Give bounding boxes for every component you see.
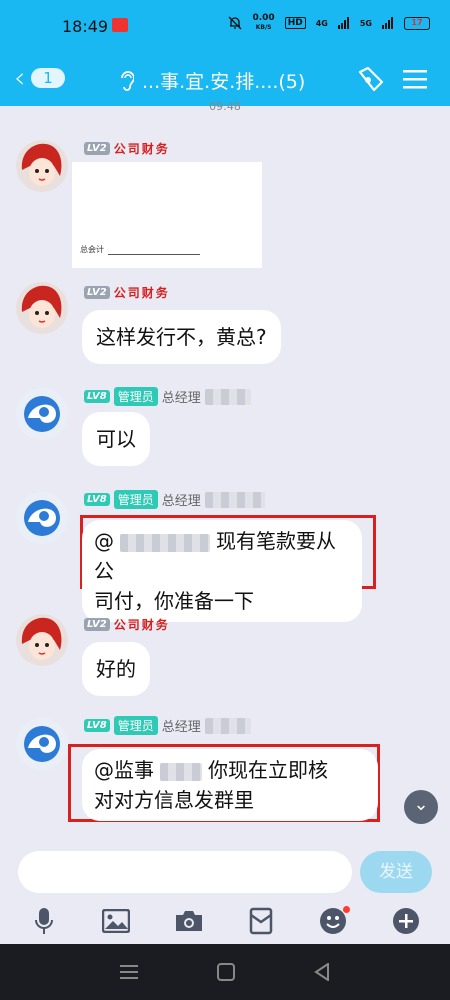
sender-label: LV2 公司财务 (84, 140, 170, 157)
message-bubble[interactable]: @ 现有笔款要从公 司付，你准备一下 (82, 520, 362, 622)
chevron-down-icon: ⌄ (413, 794, 429, 815)
image-icon (102, 909, 131, 933)
redacted-name (204, 717, 251, 734)
message-bubble[interactable]: @监事 你现在立即核 对对方信息发群里 (82, 749, 378, 821)
back-button[interactable]: ‹ 1 (14, 64, 65, 92)
message-timestamp: 09:48 (209, 100, 241, 113)
avatar-manager[interactable] (16, 718, 68, 770)
group-call-icon[interactable] (354, 66, 386, 94)
message-line: @ 现有笔款要从公 (94, 526, 350, 586)
home-icon[interactable] (216, 963, 235, 981)
level-badge: LV8 (84, 390, 110, 403)
avatar-manager[interactable] (16, 388, 68, 440)
chat-title-area[interactable]: ...事.宜.安.排....(5) (118, 67, 305, 94)
redacted-name (204, 491, 265, 508)
more-button[interactable] (391, 906, 421, 936)
avatar-finance[interactable] (16, 614, 68, 666)
role-badge: 管理员 (113, 716, 158, 735)
image-caption: 总会计 (80, 245, 104, 254)
recent-apps-icon[interactable] (119, 964, 138, 980)
message-input[interactable] (18, 851, 352, 893)
level-badge: LV2 (84, 286, 110, 299)
signal-icon-2 (382, 17, 393, 29)
app-notification-icon (112, 18, 128, 32)
plus-icon (392, 908, 419, 934)
blue-swirl-avatar-icon (16, 388, 68, 440)
red-hair-girl-avatar-icon (16, 282, 68, 334)
unread-count-badge: 1 (31, 68, 65, 88)
camera-button[interactable] (174, 906, 204, 936)
sender-name: 总经理 (161, 391, 201, 406)
red-packet-button[interactable] (246, 906, 276, 936)
sender-label: LV2 公司财务 (84, 284, 170, 301)
blue-swirl-avatar-icon (16, 718, 68, 770)
redacted-mention (160, 762, 202, 781)
system-nav-bar (0, 944, 450, 1000)
notification-dot (343, 906, 351, 913)
battery-icon: 17 (404, 16, 430, 30)
mic-icon (35, 908, 54, 934)
back-triangle-icon[interactable] (314, 963, 330, 981)
chat-title: ...事.宜.安.排....(5) (142, 71, 306, 93)
status-bar: 18:49 0.00 KB/S HD 4G 5G 17 (0, 0, 450, 54)
level-badge: LV8 (84, 719, 110, 732)
image-button[interactable] (101, 906, 131, 936)
avatar-finance[interactable] (16, 140, 68, 192)
sender-label: LV8 管理员 总经理 (84, 490, 265, 509)
level-badge: LV2 (84, 142, 110, 155)
signature-line (108, 254, 200, 255)
level-badge: LV8 (84, 493, 110, 506)
ear-icon (121, 70, 134, 91)
signal-icon (337, 17, 349, 29)
red-hair-girl-avatar-icon (16, 614, 68, 666)
sender-label: LV8 管理员 总经理 (84, 716, 251, 735)
role-badge: 管理员 (113, 387, 158, 406)
sender-name: 公司财务 (113, 142, 170, 156)
mention-prefix: @ (94, 529, 114, 553)
status-icons: 0.00 KB/S HD 4G 5G 17 (228, 14, 430, 32)
message-bubble[interactable]: 可以 (82, 412, 150, 466)
message-line: @监事 你现在立即核 (94, 755, 366, 785)
avatar-finance[interactable] (16, 282, 68, 334)
back-chevron-icon: ‹ (14, 61, 26, 94)
message-bubble[interactable]: 好的 (82, 642, 150, 696)
net2-label: 5G (359, 18, 372, 28)
sender-name: 公司财务 (113, 618, 170, 632)
mic-button[interactable] (29, 906, 59, 936)
role-badge: 管理员 (113, 490, 158, 509)
sender-name: 总经理 (161, 494, 201, 509)
redacted-name (204, 388, 251, 405)
scroll-down-button[interactable]: ⌄ (404, 790, 438, 824)
status-time: 18:49 (62, 17, 109, 36)
emoji-button[interactable] (318, 906, 351, 936)
message-bubble[interactable]: 这样发行不，黄总? (82, 310, 281, 364)
sender-name: 公司财务 (113, 286, 170, 300)
sender-label: LV2 公司财务 (84, 616, 170, 633)
blue-swirl-avatar-icon (16, 492, 68, 544)
redacted-mention (120, 533, 210, 552)
net-speed: 0.00 KB/S (252, 13, 275, 32)
message-text: 司付，你准备一下 (94, 589, 254, 613)
sender-label: LV8 管理员 总经理 (84, 387, 251, 406)
net1-label: 4G (315, 18, 328, 28)
sender-name: 总经理 (161, 720, 201, 735)
red-packet-icon (249, 907, 273, 935)
avatar-manager[interactable] (16, 492, 68, 544)
camera-icon (175, 911, 202, 931)
hd-badge: HD (284, 17, 306, 29)
input-toolbar (0, 900, 450, 942)
menu-icon[interactable] (403, 68, 427, 90)
red-hair-girl-avatar-icon (16, 140, 68, 192)
image-message[interactable]: 总会计 (72, 162, 262, 268)
level-badge: LV2 (84, 618, 110, 631)
mention-prefix: @监事 (94, 758, 154, 782)
message-text: 你现在立即核 (208, 758, 328, 782)
chat-header: ‹ 1 ...事.宜.安.排....(5) (0, 54, 450, 106)
silent-bell-icon (229, 16, 242, 30)
message-text: 对对方信息发群里 (94, 788, 254, 812)
send-button[interactable]: 发送 (360, 851, 432, 893)
